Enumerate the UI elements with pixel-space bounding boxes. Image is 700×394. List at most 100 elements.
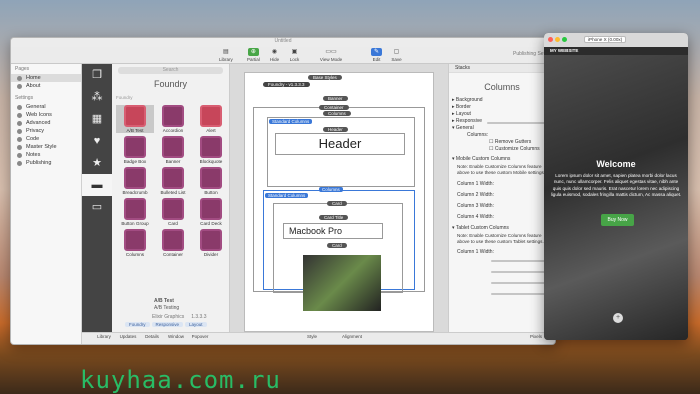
columns-slider[interactable]	[487, 122, 547, 124]
pages-header: Pages	[15, 66, 30, 72]
mobile-col3-width[interactable]: Column 3 Width:	[449, 203, 555, 210]
library-item[interactable]: Columns	[116, 229, 154, 257]
mobile-col1-slider[interactable]	[491, 260, 551, 262]
container-label[interactable]: Container	[319, 105, 349, 110]
mobile-col4-width[interactable]: Column 4 Width:	[449, 214, 555, 221]
hide-button[interactable]: ◉ Hide	[269, 48, 280, 62]
settings-item-web-icons[interactable]: Web Icons	[11, 111, 81, 119]
section-background[interactable]: ▸ Background	[449, 97, 555, 104]
buy-now-button[interactable]: Buy Now	[601, 214, 634, 226]
remove-gutters-checkbox[interactable]: ☐ Remove Gutters	[449, 139, 555, 146]
library-item[interactable]: Container	[154, 229, 192, 257]
library-item[interactable]: Badge Box	[116, 136, 154, 164]
minimize-icon[interactable]	[555, 37, 560, 42]
library-item-label: Alert	[206, 128, 216, 133]
library-item[interactable]: A/B Test	[116, 105, 154, 133]
edit-button[interactable]: ✎ Edit	[371, 48, 382, 62]
library-item[interactable]: Breadcrumb	[116, 167, 154, 195]
customize-columns-checkbox[interactable]: ☐ Customize Columns	[449, 146, 555, 153]
header-label[interactable]: Header	[323, 127, 348, 132]
close-icon[interactable]	[548, 37, 553, 42]
settings-item-publishing[interactable]: Publishing	[11, 159, 81, 167]
publish-settings[interactable]: Publishing Set	[513, 51, 545, 57]
mobile-columns-header[interactable]: ▾ Mobile Custom Columns	[449, 156, 555, 163]
mobile-col2-slider[interactable]	[491, 271, 551, 273]
card-label-2[interactable]: Card	[327, 243, 347, 248]
settings-item-privacy[interactable]: Privacy	[11, 127, 81, 135]
mobile-col3-slider[interactable]	[491, 282, 551, 284]
card-label[interactable]: Card	[327, 201, 347, 206]
settings-item-code[interactable]: Code	[11, 135, 81, 143]
tablet-col1-width[interactable]: Column 1 Width:	[449, 249, 555, 256]
bottom-library-button[interactable]: Library	[92, 334, 116, 339]
save-icon: ▢	[393, 49, 400, 55]
inspector-tab-stacks[interactable]: Stacks	[449, 64, 555, 73]
page-item-home[interactable]: Home	[11, 74, 81, 82]
lock-button[interactable]: ▣ Lock	[289, 48, 300, 62]
tag-foundry[interactable]: Foundry	[125, 322, 150, 327]
library-item[interactable]: Blockquote	[192, 136, 230, 164]
tablet-columns-header[interactable]: ▾ Tablet Custom Columns	[449, 225, 555, 232]
library-item[interactable]: Banner	[154, 136, 192, 164]
section-general[interactable]: ▾ General	[449, 125, 555, 132]
star-icon[interactable]: ★	[82, 152, 112, 174]
library-item[interactable]: Accordion	[154, 105, 192, 133]
library-item[interactable]: Card	[154, 198, 192, 226]
folder-alt-icon[interactable]: ▭	[82, 196, 112, 218]
base-styles-label[interactable]: Base Styles	[308, 75, 342, 80]
device-selector[interactable]: iPhone X (0.00x)	[584, 36, 627, 43]
library-search-input[interactable]: Search	[118, 67, 223, 74]
mobile-col2-width[interactable]: Column 2 Width:	[449, 192, 555, 199]
maximize-icon[interactable]	[562, 37, 567, 42]
cube-icon[interactable]: ❒	[82, 64, 112, 86]
stack-icon	[200, 198, 222, 220]
columns-label-selected[interactable]: Columns	[319, 187, 343, 192]
bottom-style-button[interactable]: Style	[300, 334, 324, 339]
page-item-about[interactable]: About	[11, 82, 81, 90]
standard-columns-label-2[interactable]: Standard Columns	[265, 193, 309, 198]
view-mode-control[interactable]: ▭▭ View Mode	[316, 48, 346, 62]
library-item[interactable]: Card Deck	[192, 198, 230, 226]
tag-responsive[interactable]: Responsive	[151, 322, 184, 327]
advanced-icon	[17, 120, 22, 126]
bottom-details-button[interactable]: Details	[140, 334, 164, 339]
section-border[interactable]: ▸ Border	[449, 104, 555, 111]
mobile-col1-width[interactable]: Column 1 Width:	[449, 181, 555, 188]
save-button[interactable]: ▢ Save	[391, 48, 402, 62]
header-text[interactable]: Header	[275, 133, 405, 155]
banner-label[interactable]: Banner	[323, 96, 348, 101]
stack-icon	[200, 105, 222, 127]
settings-item-general[interactable]: General	[11, 103, 81, 111]
section-layout[interactable]: ▸ Layout	[449, 111, 555, 118]
library-item[interactable]: Button	[192, 167, 230, 195]
gear-icon	[17, 104, 22, 110]
library-item[interactable]: Bulleted List	[154, 167, 192, 195]
circles-icon[interactable]: ⁂	[82, 86, 112, 108]
bottom-popover-button[interactable]: Popover	[188, 334, 212, 339]
library-item[interactable]: Divider	[192, 229, 230, 257]
foundry-version-label[interactable]: Foundry - v1.3.3.3	[263, 82, 310, 87]
mobile-col4-slider[interactable]	[491, 293, 551, 295]
settings-item-notes[interactable]: Notes	[11, 151, 81, 159]
library-item[interactable]: Button Group	[116, 198, 154, 226]
bottom-updates-button[interactable]: Updates	[116, 334, 140, 339]
standard-columns-label[interactable]: Standard Columns	[269, 119, 313, 124]
image-icon[interactable]: ▦	[82, 108, 112, 130]
columns-label-top[interactable]: Columns	[323, 111, 351, 116]
library-button[interactable]: ▤ Library	[219, 48, 233, 62]
heart-icon[interactable]: ♥	[82, 130, 112, 152]
partial-button[interactable]: ⊕ Partial	[247, 48, 260, 62]
card-title-text[interactable]: Macbook Pro	[283, 223, 383, 239]
tag-layout[interactable]: Layout	[185, 322, 207, 327]
settings-item-advanced[interactable]: Advanced	[11, 119, 81, 127]
settings-item-master-style[interactable]: Master Style	[11, 143, 81, 151]
card-title-label[interactable]: Card Title	[319, 215, 349, 220]
bottom-alignment-button[interactable]: Alignment	[340, 334, 364, 339]
page-editor[interactable]: Base Styles Foundry - v1.3.3.3 Banner Co…	[244, 72, 434, 332]
card-image[interactable]	[303, 255, 381, 311]
library-item[interactable]: Alert	[192, 105, 230, 133]
stack-icon	[124, 167, 146, 189]
bottom-window-button[interactable]: Window	[164, 334, 188, 339]
plus-icon[interactable]: +	[613, 313, 623, 323]
folder-icon[interactable]: ▬	[82, 174, 112, 196]
